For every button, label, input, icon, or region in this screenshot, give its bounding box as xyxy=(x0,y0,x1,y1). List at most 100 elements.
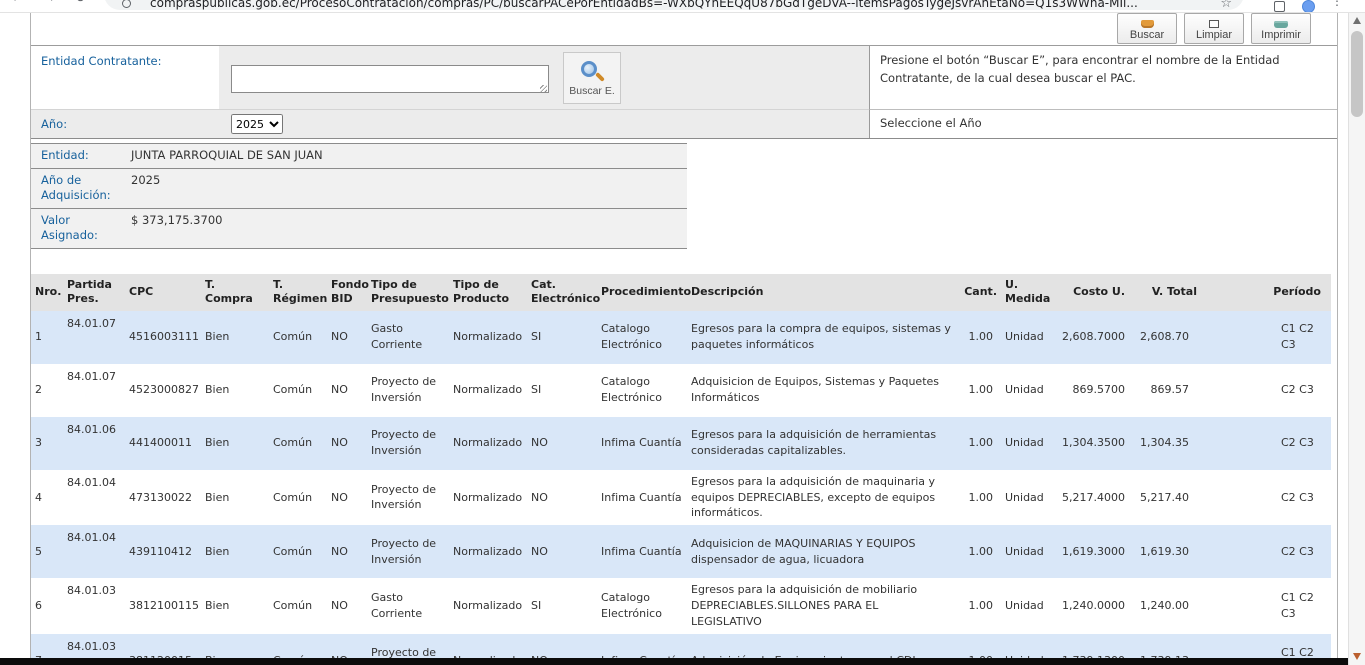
table-row: 1 84.01.07 4516003111 Bien Común NO Gast… xyxy=(31,311,1331,364)
cell-partida: 84.01.07 xyxy=(63,311,125,364)
cell-cpc: 3812100115 xyxy=(125,578,201,634)
cell-costou: 1,240.0000 xyxy=(1051,578,1129,634)
site-info-icon[interactable] xyxy=(122,0,131,8)
cell-partida: 84.01.06 xyxy=(63,417,125,470)
entity-row-value: JUNTA PARROQUIAL DE SAN JUAN xyxy=(123,144,687,168)
cell-costou: 5,217.4000 xyxy=(1051,470,1129,526)
cell-tipoproducto: Normalizado xyxy=(449,417,527,470)
cell-descripcion: Adquisicion de Equipos, Sistemas y Paque… xyxy=(687,364,955,417)
back-icon[interactable]: ← xyxy=(12,0,23,6)
buscar-e-label: Buscar E. xyxy=(569,85,615,97)
table-row: 5 84.01.04 439110412 Bien Común NO Proye… xyxy=(31,525,1331,578)
cell-tipoproducto: Normalizado xyxy=(449,364,527,417)
cell-tregimen: Común xyxy=(269,311,327,364)
table-row: 3 84.01.06 441400011 Bien Común NO Proye… xyxy=(31,417,1331,470)
extensions-icon[interactable] xyxy=(1274,1,1285,12)
cell-costou: 2,608.7000 xyxy=(1051,311,1129,364)
address-bar[interactable]: compraspublicas.gob.ec/ProcesoContrataci… xyxy=(104,0,1244,10)
entity-row-label: Valor Asignado: xyxy=(31,209,123,248)
cell-catelectronico: SI xyxy=(527,311,597,364)
cell-procedimiento: Infima Cuantía xyxy=(597,417,687,470)
col-header-partida: Partida Pres. xyxy=(63,274,125,311)
cell-cant: 1.00 xyxy=(955,525,1001,578)
anio-select[interactable]: 2025 xyxy=(231,114,283,134)
cell-umedida: Unidad xyxy=(1001,525,1051,578)
col-header-periodo: Período xyxy=(1201,274,1331,311)
forward-icon[interactable]: → xyxy=(44,0,55,6)
col-header-vtotal: V. Total xyxy=(1129,274,1201,311)
cell-cpc: 439110412 xyxy=(125,525,201,578)
cell-catelectronico: NO xyxy=(527,470,597,526)
browser-menu-icon[interactable]: ⋮ xyxy=(1331,0,1343,8)
cell-periodo: C2 C3 xyxy=(1201,417,1331,470)
scrollbar-thumb[interactable] xyxy=(1351,31,1363,117)
profile-avatar[interactable] xyxy=(1302,0,1315,13)
cell-partida: 84.01.04 xyxy=(63,525,125,578)
col-header-tipoproducto: Tipo de Producto xyxy=(449,274,527,311)
cell-tcompra: Bien xyxy=(201,417,269,470)
entity-summary-row: Valor Asignado: $ 373,175.3700 xyxy=(31,209,687,249)
bookmark-star-icon[interactable]: ☆ xyxy=(1220,0,1232,11)
cell-umedida: Unidad xyxy=(1001,578,1051,634)
cell-periodo: C2 C3 xyxy=(1201,470,1331,526)
buscar-button-label: Buscar xyxy=(1130,29,1164,41)
entity-row-label: Entidad: xyxy=(31,144,123,168)
col-header-nro: Nro. xyxy=(31,274,63,311)
textarea-resize-grip[interactable] xyxy=(540,85,547,92)
cell-catelectronico: SI xyxy=(527,364,597,417)
cell-fondobid: NO xyxy=(327,417,367,470)
cell-fondobid: NO xyxy=(327,578,367,634)
cell-tipoproducto: Normalizado xyxy=(449,525,527,578)
cell-tipopresupuesto: Gasto Corriente xyxy=(367,578,449,634)
limpiar-button[interactable]: Limpiar xyxy=(1184,13,1244,44)
cell-fondobid: NO xyxy=(327,311,367,364)
table-row: 2 84.01.07 4523000827 Bien Común NO Proy… xyxy=(31,364,1331,417)
scroll-down-arrow-icon[interactable] xyxy=(1353,653,1361,660)
cell-tipopresupuesto: Proyecto de Inversión xyxy=(367,470,449,526)
cell-umedida: Unidad xyxy=(1001,311,1051,364)
col-header-costou: Costo U. xyxy=(1051,274,1129,311)
cell-catelectronico: SI xyxy=(527,578,597,634)
cell-descripcion: Egresos para la adquisición de mobiliari… xyxy=(687,578,955,634)
buscar-e-button[interactable]: Buscar E. xyxy=(563,52,621,104)
imprimir-button[interactable]: Imprimir xyxy=(1251,13,1311,44)
entity-row-label: Año de Adquisición: xyxy=(31,169,123,208)
entidad-help-text: Presione el botón “Buscar E”, para encon… xyxy=(869,46,1337,110)
table-row: 4 84.01.04 473130022 Bien Común NO Proye… xyxy=(31,470,1331,526)
cell-nro: 6 xyxy=(31,578,63,634)
cell-descripcion: Adquisicion de MAQUINARIAS Y EQUIPOS dis… xyxy=(687,525,955,578)
reload-icon[interactable]: ⟳ xyxy=(76,0,87,6)
cell-cpc: 4523000827 xyxy=(125,364,201,417)
cell-descripcion: Egresos para la adquisición de herramien… xyxy=(687,417,955,470)
cell-partida: 84.01.03 xyxy=(63,578,125,634)
cell-cant: 1.00 xyxy=(955,470,1001,526)
col-header-tcompra: T. Compra xyxy=(201,274,269,311)
entidad-contratante-input[interactable] xyxy=(231,65,549,93)
cell-vtotal: 1,240.00 xyxy=(1129,578,1201,634)
cell-nro: 2 xyxy=(31,364,63,417)
limpiar-eraser-icon xyxy=(1209,20,1219,28)
entity-summary-row: Entidad: JUNTA PARROQUIAL DE SAN JUAN xyxy=(31,144,687,169)
cell-tipopresupuesto: Proyecto de Inversión xyxy=(367,417,449,470)
bottom-black-strip xyxy=(0,658,1348,665)
col-header-cpc: CPC xyxy=(125,274,201,311)
page-content: Buscar Limpiar Imprimir Entidad Contrata… xyxy=(30,13,1338,665)
page-scrollbar[interactable] xyxy=(1348,13,1365,665)
cell-tregimen: Común xyxy=(269,364,327,417)
col-header-fondobid: Fondo BID xyxy=(327,274,367,311)
scroll-up-arrow-icon[interactable] xyxy=(1353,17,1361,24)
cell-catelectronico: NO xyxy=(527,417,597,470)
limpiar-button-label: Limpiar xyxy=(1196,29,1232,41)
cell-procedimiento: Infima Cuantía xyxy=(597,525,687,578)
cell-vtotal: 5,217.40 xyxy=(1129,470,1201,526)
anio-input-cell: 2025 xyxy=(219,110,869,138)
cell-tipoproducto: Normalizado xyxy=(449,470,527,526)
col-header-procedimiento: Procedimiento xyxy=(597,274,687,311)
pac-table-body: 1 84.01.07 4516003111 Bien Común NO Gast… xyxy=(31,311,1331,665)
col-header-catelectronico: Cat. Electrónico xyxy=(527,274,597,311)
cell-nro: 5 xyxy=(31,525,63,578)
col-header-descripcion: Descripción xyxy=(687,274,955,311)
buscar-button[interactable]: Buscar xyxy=(1117,13,1177,44)
cell-umedida: Unidad xyxy=(1001,417,1051,470)
imprimir-printer-icon xyxy=(1274,21,1288,28)
